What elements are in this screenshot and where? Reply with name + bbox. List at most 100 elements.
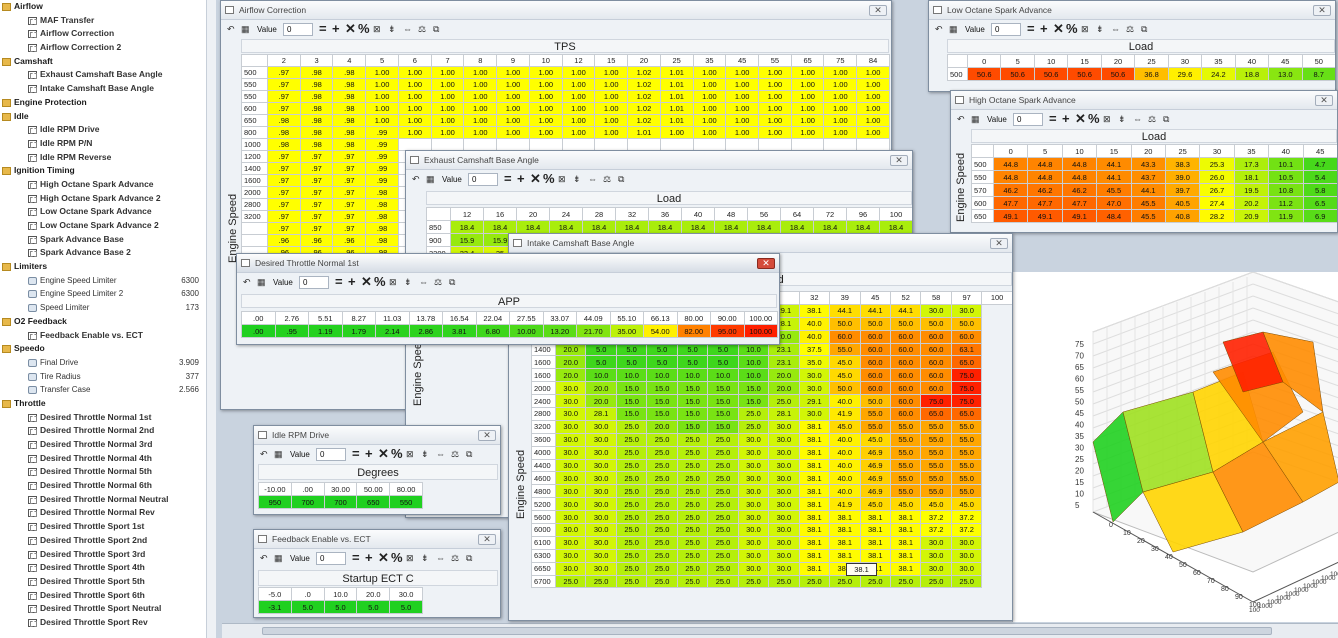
value-cell[interactable] (430, 138, 465, 151)
value-cell[interactable]: 1.00 (856, 126, 890, 139)
value-cell[interactable]: 25.0 (676, 510, 709, 525)
value-cell[interactable]: 25.0 (646, 484, 678, 499)
value-cell[interactable]: 43.7 (1130, 170, 1166, 184)
value-cell[interactable]: 30.0 (768, 432, 800, 447)
value-cell[interactable]: .97 (267, 222, 301, 235)
value-cell[interactable]: .98 (332, 138, 367, 151)
tree-item[interactable]: Final Drive 3.909 (0, 356, 215, 370)
value-cell[interactable]: .97 (267, 186, 301, 199)
value-cell[interactable]: 30.0 (768, 419, 800, 434)
value-input[interactable]: 0 (991, 23, 1021, 36)
value-cell[interactable]: 25.0 (676, 535, 709, 550)
close-button[interactable]: ✕ (990, 238, 1008, 249)
value-cell[interactable] (758, 138, 792, 151)
window-titlebar[interactable]: Intake Camshaft Base Angle ✕ (509, 234, 1012, 253)
value-cell[interactable]: 21.70 (576, 324, 611, 338)
value-cell[interactable]: .99 (365, 126, 399, 139)
tree-item[interactable]: Idle RPM P/N (0, 137, 215, 151)
value-cell[interactable]: 29.6 (1167, 67, 1203, 81)
value-cell[interactable]: 55.0 (889, 458, 922, 473)
value-cell[interactable]: 10.0 (737, 368, 770, 383)
value-cell[interactable] (627, 138, 661, 151)
value-cell[interactable]: 8.7 (1301, 67, 1335, 81)
set-value-icon[interactable]: = (1027, 21, 1035, 36)
value-cell[interactable]: 25.0 (889, 574, 922, 589)
multiply-icon[interactable]: ✕ (378, 446, 389, 462)
value-cell[interactable]: 1.00 (823, 66, 858, 79)
value-cell[interactable]: 25.0 (707, 484, 739, 499)
smooth-icon[interactable]: ⊠ (373, 24, 381, 35)
interpolate-horizontal-icon[interactable]: ⇔ (588, 174, 597, 184)
value-cell[interactable]: 39.0 (1164, 170, 1201, 184)
value-cell[interactable]: 26.0 (1199, 170, 1235, 184)
value-cell[interactable]: 1.00 (397, 78, 432, 91)
value-cell[interactable]: 30.0 (554, 419, 587, 434)
value-cell[interactable]: 1.01 (659, 66, 694, 79)
undo-icon[interactable]: ↶ (260, 449, 268, 460)
value-cell[interactable]: 44.1 (829, 303, 861, 318)
value-cell[interactable]: .96 (267, 234, 301, 247)
value-cell[interactable]: 25.0 (950, 574, 983, 589)
value-cell[interactable]: .97 (332, 174, 367, 187)
value-cell[interactable]: 39.7 (1164, 183, 1201, 197)
value-cell[interactable]: 40.0 (829, 458, 861, 473)
tree-item[interactable]: Speed Limiter 173 (0, 301, 215, 315)
value-cell[interactable]: 38.1 (798, 561, 831, 576)
tree-item[interactable]: Desired Throttle Normal 5th (0, 465, 215, 479)
value-cell[interactable]: 25.0 (859, 574, 891, 589)
value-cell[interactable]: 30.0 (585, 523, 617, 537)
value-cell[interactable]: 30.0 (950, 535, 983, 550)
value-cell[interactable]: 25.0 (676, 445, 709, 460)
compare-icon[interactable]: ⚖ (1126, 24, 1134, 35)
value-cell[interactable]: 55.0 (920, 445, 952, 460)
value-cell[interactable]: 95.00 (710, 324, 745, 338)
value-cell[interactable]: 30.0 (554, 510, 587, 525)
value-cell[interactable]: 37.5 (798, 342, 831, 357)
value-cell[interactable]: 1.00 (758, 126, 792, 139)
value-cell[interactable]: 1.00 (659, 126, 694, 139)
value-cell[interactable]: 1.00 (561, 66, 596, 79)
value-cell[interactable]: 1.00 (430, 90, 465, 103)
value-cell[interactable]: .98 (299, 78, 334, 91)
value-cell[interactable]: 1.00 (823, 78, 858, 91)
value-cell[interactable]: 38.1 (829, 548, 861, 563)
value-cell[interactable]: 1.00 (594, 126, 629, 139)
value-cell[interactable]: 28.2 (1199, 209, 1235, 223)
value-cell[interactable]: 82.00 (676, 324, 711, 338)
value-cell[interactable]: 47.7 (1027, 196, 1063, 210)
value-cell[interactable]: 55.0 (950, 445, 983, 460)
value-cell[interactable]: 41.9 (829, 497, 861, 512)
tree-item[interactable]: Feedback Enable vs. ECT (0, 329, 215, 343)
value-cell[interactable]: .97 (332, 222, 367, 235)
value-cell[interactable]: 5.0 (356, 600, 391, 614)
nav-left-arrow[interactable]: ‹ (4, 274, 9, 292)
value-cell[interactable]: 13.20 (542, 324, 577, 338)
value-cell[interactable]: 50.0 (829, 381, 861, 396)
value-cell[interactable]: 25.0 (646, 574, 678, 589)
value-cell[interactable]: 30.0 (768, 561, 800, 576)
copy-icon[interactable]: ⧉ (618, 174, 624, 185)
add-icon[interactable]: + (365, 446, 373, 461)
value-cell[interactable]: 30.0 (798, 407, 831, 421)
value-input[interactable]: 0 (316, 552, 346, 565)
tree-category[interactable]: Engine Protection (0, 96, 215, 110)
value-cell[interactable]: 5.0 (323, 600, 358, 614)
set-value-icon[interactable]: = (1049, 111, 1057, 126)
add-icon[interactable]: + (332, 21, 340, 36)
value-cell[interactable]: 1.00 (561, 90, 596, 103)
value-cell[interactable]: 30.0 (554, 458, 587, 473)
percent-icon[interactable]: % (543, 171, 555, 186)
value-cell[interactable]: 46.2 (992, 183, 1029, 197)
value-cell[interactable]: 25.0 (676, 497, 709, 512)
value-cell[interactable]: 44.8 (1027, 157, 1063, 171)
value-cell[interactable]: 25.0 (768, 394, 800, 409)
value-cell[interactable]: 1.00 (561, 126, 596, 139)
value-cell[interactable]: 6.5 (1302, 196, 1337, 210)
value-cell[interactable]: 10.5 (1268, 170, 1304, 184)
value-input[interactable]: 0 (316, 448, 346, 461)
value-cell[interactable]: 23.1 (768, 355, 800, 370)
value-cell[interactable]: 40.0 (829, 432, 861, 447)
value-cell[interactable]: 1.02 (627, 102, 661, 115)
value-cell[interactable] (725, 138, 760, 151)
value-cell[interactable]: .97 (267, 174, 301, 187)
